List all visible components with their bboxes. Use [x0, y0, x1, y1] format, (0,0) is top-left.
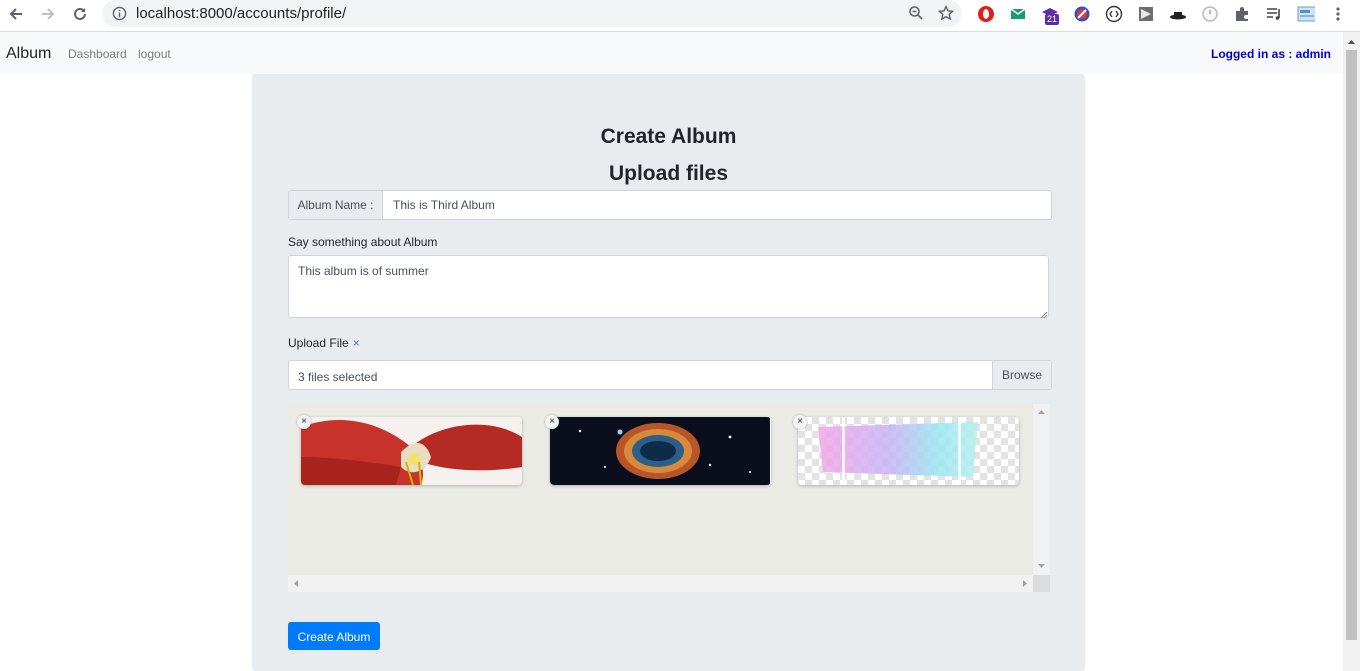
site-navbar: Album Dashboard logout Logged in as : ad… — [0, 32, 1343, 74]
preview-thumbnail — [798, 417, 1019, 485]
page-title: Create Album — [600, 125, 737, 148]
scroll-arrows-icon — [1038, 410, 1045, 568]
code-extension-icon[interactable] — [1105, 5, 1123, 23]
page-scrollbar[interactable] — [1343, 32, 1360, 671]
page-subtitle: Upload files — [608, 162, 729, 185]
forward-icon[interactable] — [36, 4, 60, 24]
remove-file-icon[interactable]: × — [793, 415, 807, 429]
scrollbar-thumb[interactable] — [1346, 50, 1357, 640]
album-name-label: Album Name : — [289, 191, 383, 219]
timer-extension-icon[interactable] — [1201, 5, 1219, 23]
back-icon[interactable] — [4, 4, 28, 24]
bookmark-star-icon[interactable] — [937, 4, 955, 26]
album-name-input[interactable] — [383, 191, 1051, 219]
description-textarea[interactable]: This album is of summer — [288, 255, 1049, 318]
red-flower-image — [301, 417, 522, 485]
logged-in-user: Logged in as : admin — [1210, 47, 1331, 61]
preview-thumbnail — [550, 417, 771, 485]
flag-extension-icon[interactable] — [1137, 5, 1155, 23]
url-text[interactable]: localhost:8000/accounts/profile/ — [136, 5, 346, 22]
browser-toolbar: localhost:8000/accounts/profile/ 21 — [0, 0, 1360, 32]
upload-label: Upload File — [288, 336, 349, 350]
puzzle-extensions-icon[interactable] — [1233, 5, 1251, 23]
file-input[interactable]: 3 files selected Browse — [288, 360, 1052, 390]
file-preview-area: × × × — [288, 404, 1050, 592]
nav-link-dashboard[interactable]: Dashboard — [68, 47, 127, 61]
remove-file-icon[interactable]: × — [297, 415, 311, 429]
album-name-group: Album Name : — [288, 190, 1052, 220]
reading-list-icon[interactable] — [1265, 5, 1283, 23]
browser-menu-icon[interactable] — [1329, 5, 1347, 23]
preview-vertical-scrollbar[interactable] — [1033, 404, 1050, 575]
reload-icon[interactable] — [68, 4, 92, 24]
blocker-extension-icon[interactable] — [1073, 5, 1091, 23]
address-bar[interactable]: localhost:8000/accounts/profile/ — [102, 0, 962, 27]
scroll-up-icon[interactable] — [1343, 34, 1360, 50]
preview-horizontal-scrollbar[interactable] — [288, 575, 1033, 592]
page-viewport: Album Dashboard logout Logged in as : ad… — [0, 32, 1360, 671]
brand-link[interactable]: Album — [6, 45, 51, 63]
pastel-gradient-image — [798, 417, 1019, 485]
resize-grip-icon[interactable] — [1039, 310, 1048, 319]
extension-badge: 21 — [1045, 14, 1060, 25]
mail-extension-icon[interactable] — [1009, 5, 1027, 23]
upload-label-row: Upload File × — [288, 336, 360, 350]
scroll-arrows-icon — [294, 580, 1027, 587]
scrollbar-corner — [1033, 575, 1050, 592]
hat-extension-icon[interactable] — [1169, 5, 1187, 23]
site-info-icon[interactable] — [112, 6, 127, 26]
zoom-icon[interactable] — [908, 5, 924, 26]
create-album-button[interactable]: Create Album — [288, 622, 380, 650]
file-status: 3 files selected — [298, 370, 378, 384]
clear-files-icon[interactable]: × — [353, 336, 360, 350]
profile-avatar-icon[interactable] — [1297, 5, 1315, 23]
opera-icon[interactable] — [977, 5, 995, 23]
create-album-card: Create Album Upload files Album Name : S… — [252, 74, 1085, 671]
description-label: Say something about Album — [288, 235, 438, 249]
nav-link-logout[interactable]: logout — [138, 47, 171, 61]
remove-file-icon[interactable]: × — [545, 415, 559, 429]
preview-thumbnail — [301, 417, 522, 485]
helix-nebula-image — [550, 417, 770, 485]
browse-button[interactable]: Browse — [992, 361, 1051, 389]
